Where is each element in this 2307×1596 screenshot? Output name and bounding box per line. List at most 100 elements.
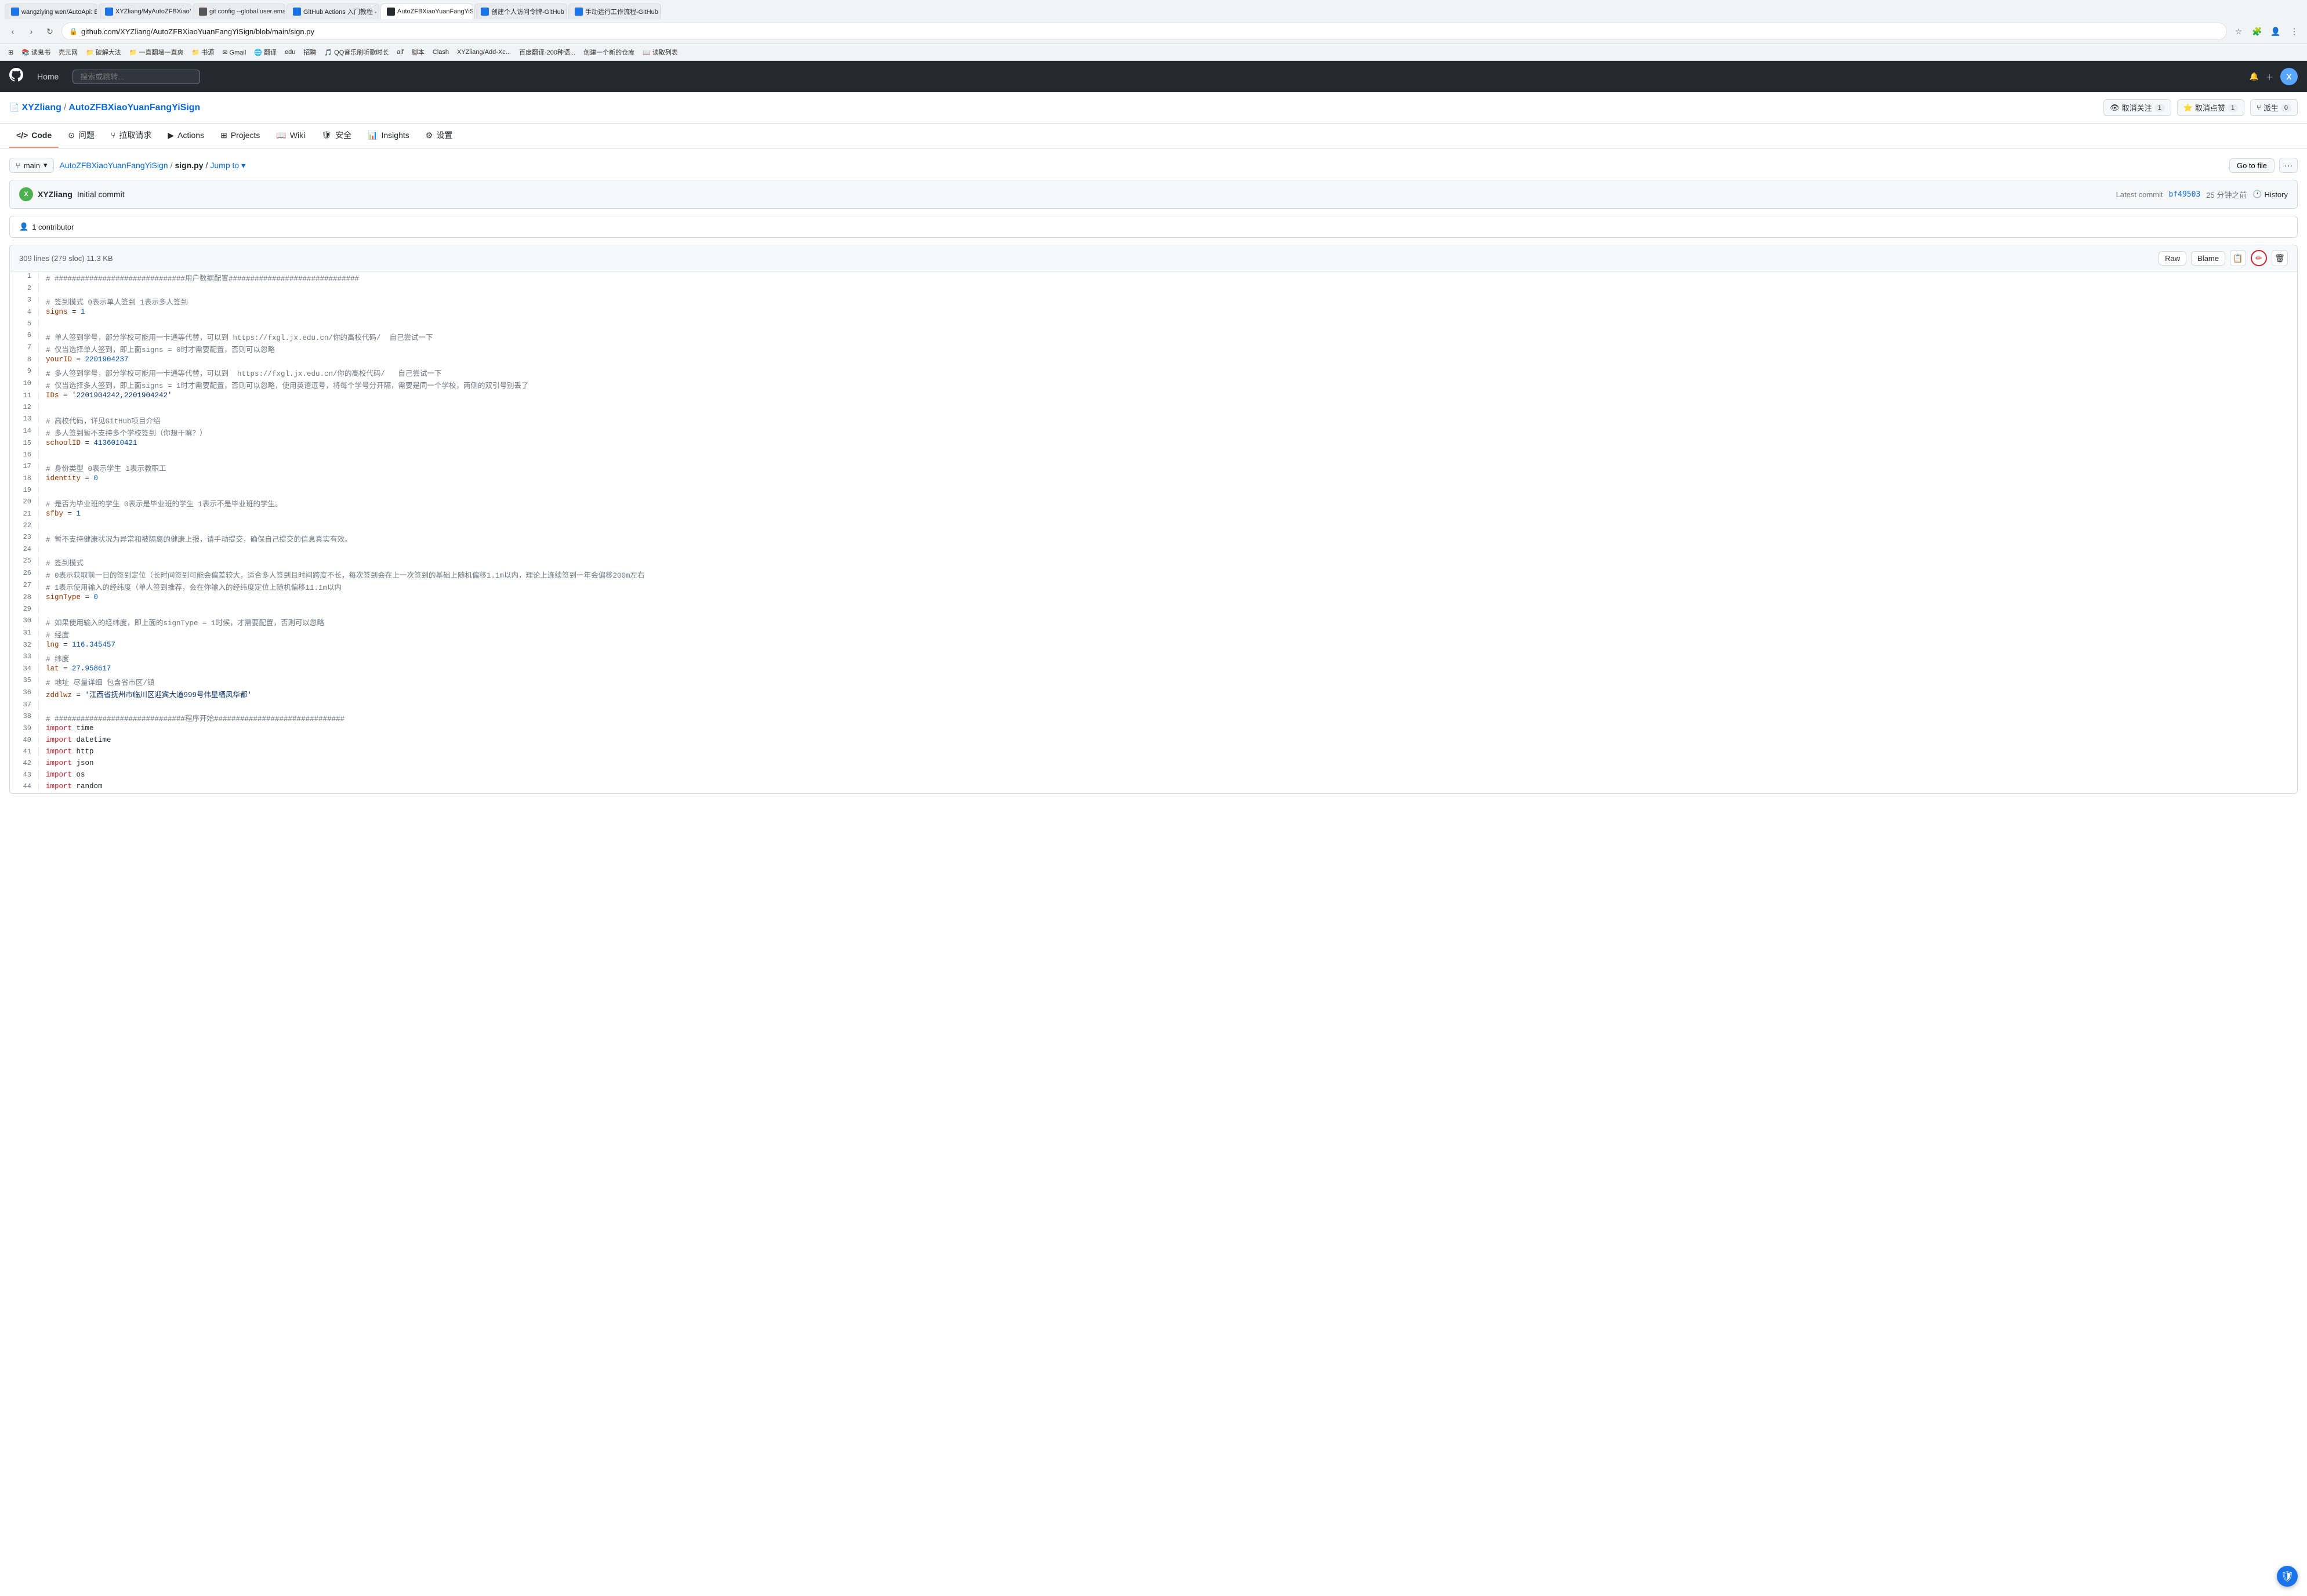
line-num-41[interactable]: 41 <box>10 747 39 756</box>
line-num-42[interactable]: 42 <box>10 759 39 768</box>
raw-button[interactable]: Raw <box>2159 251 2186 266</box>
line-num-22[interactable]: 22 <box>10 521 39 530</box>
nav-item-security[interactable]: 🛡 安全 <box>314 124 358 148</box>
commit-author-avatar[interactable]: X <box>19 187 33 201</box>
line-num-9[interactable]: 9 <box>10 367 39 376</box>
nav-item-wiki[interactable]: 📖 Wiki <box>269 124 312 148</box>
bookmark-apps[interactable]: ⊞ <box>5 47 17 58</box>
more-options-button[interactable]: ⋮ <box>2286 23 2302 39</box>
line-num-3[interactable]: 3 <box>10 295 39 304</box>
line-num-1[interactable]: 1 <box>10 271 39 281</box>
line-num-21[interactable]: 21 <box>10 509 39 518</box>
line-num-7[interactable]: 7 <box>10 343 39 352</box>
line-num-32[interactable]: 32 <box>10 640 39 650</box>
bookmark-gmail[interactable]: ✉ Gmail <box>219 47 249 58</box>
line-num-17[interactable]: 17 <box>10 462 39 471</box>
forward-button[interactable]: › <box>23 23 39 39</box>
line-num-15[interactable]: 15 <box>10 438 39 448</box>
line-num-4[interactable]: 4 <box>10 307 39 317</box>
bookmark-star-button[interactable]: ☆ <box>2230 23 2247 39</box>
gh-search-input[interactable] <box>72 70 200 84</box>
fork-button[interactable]: ⑂ 派生 0 <box>2250 99 2298 116</box>
more-options-file-button[interactable]: ··· <box>2279 158 2298 173</box>
repo-name-link[interactable]: AutoZFBXiaoYuanFangYiSign <box>68 103 200 113</box>
line-num-2[interactable]: 2 <box>10 284 39 293</box>
line-num-31[interactable]: 31 <box>10 628 39 637</box>
bookmark-baidu-translate[interactable]: 百度翻译-200种语... <box>516 46 579 59</box>
nav-item-pullrequests[interactable]: ⑂ 拉取请求 <box>104 124 158 148</box>
line-num-26[interactable]: 26 <box>10 568 39 578</box>
line-num-12[interactable]: 12 <box>10 402 39 412</box>
line-num-37[interactable]: 37 <box>10 700 39 709</box>
bookmark-shuyuan[interactable]: 📁 书源 <box>188 46 218 59</box>
user-avatar[interactable]: X <box>2280 68 2298 85</box>
blame-button[interactable]: Blame <box>2191 251 2225 266</box>
gh-nav-home[interactable]: Home <box>32 70 63 84</box>
bookmark-guishu[interactable]: 📚 读鬼书 <box>18 46 54 59</box>
watch-button[interactable]: 👁 取消关注 1 <box>2103 99 2171 116</box>
line-num-44[interactable]: 44 <box>10 782 39 791</box>
line-num-38[interactable]: 38 <box>10 712 39 721</box>
line-num-16[interactable]: 16 <box>10 450 39 459</box>
browser-tab-1[interactable]: wangziying wen/AutoApi: E5自... × <box>5 3 97 19</box>
line-num-43[interactable]: 43 <box>10 770 39 779</box>
line-num-39[interactable]: 39 <box>10 724 39 733</box>
nav-item-issues[interactable]: ⊙ 问题 <box>61 124 101 148</box>
line-num-11[interactable]: 11 <box>10 391 39 400</box>
line-num-30[interactable]: 30 <box>10 616 39 625</box>
commit-hash[interactable]: bf49503 <box>2168 190 2200 199</box>
line-num-14[interactable]: 14 <box>10 426 39 436</box>
history-link[interactable]: 🕐 History <box>2252 190 2288 199</box>
line-num-23[interactable]: 23 <box>10 532 39 542</box>
nav-item-code[interactable]: </> Code <box>9 124 59 148</box>
bookmark-qq[interactable]: 🎵 QQ音乐刷听歌时长 <box>321 46 392 59</box>
notifications-icon[interactable]: 🔔 <box>2250 72 2259 81</box>
line-num-5[interactable]: 5 <box>10 319 39 328</box>
nav-item-projects[interactable]: ⊞ Projects <box>213 124 267 148</box>
reload-button[interactable]: ↻ <box>42 23 58 39</box>
copy-to-clipboard-button[interactable]: 📋 <box>2230 250 2246 266</box>
bookmark-xyzadd[interactable]: XYZliang/Add-Xc... <box>454 47 514 57</box>
bookmark-script[interactable]: 脚本 <box>408 46 428 59</box>
repo-owner-link[interactable]: XYZliang <box>21 103 61 113</box>
line-num-36[interactable]: 36 <box>10 688 39 697</box>
browser-tab-6[interactable]: 创建个人访问令牌-GitHub Docs × <box>474 3 567 19</box>
back-button[interactable]: ‹ <box>5 23 21 39</box>
line-num-10[interactable]: 10 <box>10 379 39 388</box>
extension-button[interactable]: 🧩 <box>2249 23 2265 39</box>
bookmark-vpn[interactable]: 📁 一直翻墙一直爽 <box>126 46 187 59</box>
jump-to-link[interactable]: Jump to ▾ <box>210 161 245 171</box>
line-num-29[interactable]: 29 <box>10 604 39 614</box>
star-button[interactable]: ⭐ 取消点赞 1 <box>2177 99 2244 116</box>
bookmark-keyuan[interactable]: 壳元网 <box>55 46 81 59</box>
bookmark-new-repo[interactable]: 创建一个新的仓库 <box>580 46 638 59</box>
line-num-27[interactable]: 27 <box>10 581 39 590</box>
line-num-35[interactable]: 35 <box>10 676 39 685</box>
bookmark-reading-list[interactable]: 📖 读取列表 <box>639 46 681 59</box>
line-num-18[interactable]: 18 <box>10 474 39 483</box>
bookmark-pojie[interactable]: 📁 破解大法 <box>82 46 125 59</box>
line-num-24[interactable]: 24 <box>10 545 39 554</box>
bookmark-alf[interactable]: alf <box>393 47 407 57</box>
browser-tab-5[interactable]: AutoZFBXiaoYuanFangYiSign/... × <box>380 3 473 19</box>
browser-tab-7[interactable]: 手动运行工作流程-GitHub Docs × <box>568 3 661 19</box>
line-num-40[interactable]: 40 <box>10 735 39 745</box>
branch-selector[interactable]: ⑂ main ▾ <box>9 158 54 173</box>
bookmark-recruit[interactable]: 招聘 <box>300 46 320 59</box>
line-num-33[interactable]: 33 <box>10 652 39 661</box>
line-num-28[interactable]: 28 <box>10 593 39 602</box>
edit-file-button[interactable]: ✏ <box>2251 250 2267 266</box>
plus-icon[interactable]: ＋ <box>2266 71 2273 82</box>
line-num-8[interactable]: 8 <box>10 355 39 364</box>
line-num-34[interactable]: 34 <box>10 664 39 673</box>
bookmark-translate[interactable]: 🌐 翻译 <box>251 46 280 59</box>
browser-tab-3[interactable]: git config --global user.email /... × <box>193 3 285 19</box>
line-num-25[interactable]: 25 <box>10 556 39 565</box>
github-logo[interactable] <box>9 68 23 85</box>
nav-item-insights[interactable]: 📊 Insights <box>361 124 416 148</box>
line-num-13[interactable]: 13 <box>10 414 39 423</box>
go-to-file-button[interactable]: Go to file <box>2229 158 2275 173</box>
browser-tab-2[interactable]: XYZliang/MyAutoZFBXiaoYuan... × <box>99 3 191 19</box>
address-bar[interactable]: 🔒 github.com/XYZliang/AutoZFBXiaoYuanFan… <box>61 23 2227 40</box>
nav-item-actions[interactable]: ▶ Actions <box>161 124 211 148</box>
